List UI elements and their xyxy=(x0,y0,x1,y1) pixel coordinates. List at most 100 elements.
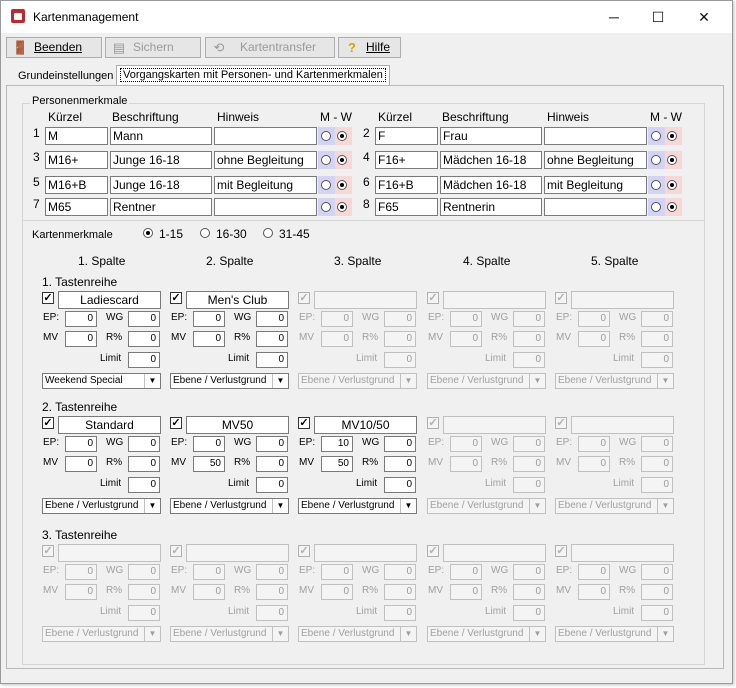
ebene-verlustgrund-select[interactable]: Ebene / Verlustgrund ▼ xyxy=(170,626,289,642)
radio-m[interactable] xyxy=(651,155,661,165)
mv-input[interactable]: 0 xyxy=(65,331,97,347)
card-name-input[interactable]: Men's Club xyxy=(186,291,289,309)
wg-input[interactable]: 0 xyxy=(256,436,288,452)
kuerzel-input[interactable]: F65 xyxy=(375,198,438,216)
wg-input[interactable]: 0 xyxy=(256,311,288,327)
ebene-verlustgrund-select[interactable]: Ebene / Verlustgrund ▼ xyxy=(298,373,417,389)
wg-input[interactable]: 0 xyxy=(128,311,160,327)
wg-input[interactable]: 0 xyxy=(128,436,160,452)
tab-grundeinstellungen[interactable]: Grundeinstellungen xyxy=(18,67,113,85)
mv-input[interactable]: 50 xyxy=(193,456,225,472)
hinweis-input[interactable] xyxy=(214,198,317,216)
mv-input[interactable]: 0 xyxy=(193,584,225,600)
ebene-verlustgrund-select[interactable]: Ebene / Verlustgrund ▼ xyxy=(170,498,289,514)
radio-m[interactable] xyxy=(651,202,661,212)
ep-input[interactable]: 0 xyxy=(193,436,225,452)
mv-input[interactable]: 0 xyxy=(578,584,610,600)
wg-input[interactable]: 0 xyxy=(513,436,545,452)
beschriftung-input[interactable]: Rentnerin xyxy=(440,198,542,216)
hilfe-button[interactable]: ? Hilfe xyxy=(338,37,401,58)
hinweis-input[interactable] xyxy=(544,127,647,145)
ep-input[interactable]: 0 xyxy=(321,564,353,580)
r-percent-input[interactable]: 0 xyxy=(513,584,545,600)
ep-input[interactable]: 0 xyxy=(450,564,482,580)
kuerzel-input[interactable]: F xyxy=(375,127,438,145)
card-name-input[interactable] xyxy=(314,544,417,562)
card-checkbox[interactable]: ✓ xyxy=(170,545,182,557)
ep-input[interactable]: 0 xyxy=(65,564,97,580)
maximize-button[interactable]: ☐ xyxy=(635,1,681,33)
r-percent-input[interactable]: 0 xyxy=(641,331,673,347)
mv-input[interactable]: 0 xyxy=(193,331,225,347)
limit-input[interactable]: 0 xyxy=(513,477,545,493)
wg-input[interactable]: 0 xyxy=(513,311,545,327)
card-name-input[interactable] xyxy=(571,416,674,434)
ebene-verlustgrund-select[interactable]: Ebene / Verlustgrund ▼ xyxy=(427,498,546,514)
ep-input[interactable]: 0 xyxy=(450,436,482,452)
ebene-verlustgrund-select[interactable]: Ebene / Verlustgrund ▼ xyxy=(555,626,674,642)
ebene-verlustgrund-select[interactable]: Ebene / Verlustgrund ▼ xyxy=(42,498,161,514)
card-name-input[interactable] xyxy=(443,416,546,434)
radio-w[interactable] xyxy=(337,180,347,190)
r-percent-input[interactable]: 0 xyxy=(384,584,416,600)
r-percent-input[interactable]: 0 xyxy=(641,584,673,600)
wg-input[interactable]: 0 xyxy=(256,564,288,580)
minimize-button[interactable]: ─ xyxy=(591,1,637,33)
wg-input[interactable]: 0 xyxy=(641,436,673,452)
limit-input[interactable]: 0 xyxy=(128,605,160,621)
card-checkbox[interactable]: ✓ xyxy=(298,417,310,429)
card-name-input[interactable] xyxy=(314,291,417,309)
kartentransfer-button[interactable]: ⟲ Kartentransfer xyxy=(205,37,335,58)
mv-input[interactable]: 0 xyxy=(321,331,353,347)
wg-input[interactable]: 0 xyxy=(384,311,416,327)
limit-input[interactable]: 0 xyxy=(384,477,416,493)
hinweis-input[interactable]: mit Begleitung xyxy=(544,176,647,194)
limit-input[interactable]: 0 xyxy=(384,605,416,621)
ep-input[interactable]: 0 xyxy=(578,436,610,452)
r-percent-input[interactable]: 0 xyxy=(256,456,288,472)
card-checkbox[interactable]: ✓ xyxy=(170,417,182,429)
ebene-verlustgrund-select[interactable]: Ebene / Verlustgrund ▼ xyxy=(427,373,546,389)
r-percent-input[interactable]: 0 xyxy=(256,584,288,600)
card-name-input[interactable]: MV10/50 xyxy=(314,416,417,434)
card-checkbox[interactable]: ✓ xyxy=(170,292,182,304)
hinweis-input[interactable]: ohne Begleitung xyxy=(214,151,317,169)
r-percent-input[interactable]: 0 xyxy=(641,456,673,472)
mv-input[interactable]: 0 xyxy=(65,584,97,600)
ebene-verlustgrund-select[interactable]: Ebene / Verlustgrund ▼ xyxy=(555,373,674,389)
beschriftung-input[interactable]: Mädchen 16-18 xyxy=(440,151,542,169)
limit-input[interactable]: 0 xyxy=(128,352,160,368)
radio-w[interactable] xyxy=(337,202,347,212)
r-percent-input[interactable]: 0 xyxy=(513,456,545,472)
kartenmerkmale-radio-1[interactable] xyxy=(143,228,153,238)
ebene-verlustgrund-select[interactable]: Ebene / Verlustgrund ▼ xyxy=(298,498,417,514)
limit-input[interactable]: 0 xyxy=(641,352,673,368)
card-name-input[interactable] xyxy=(58,544,161,562)
card-checkbox[interactable]: ✓ xyxy=(298,292,310,304)
kuerzel-input[interactable]: M xyxy=(45,127,108,145)
kuerzel-input[interactable]: F16+B xyxy=(375,176,438,194)
radio-m[interactable] xyxy=(321,202,331,212)
limit-input[interactable]: 0 xyxy=(256,605,288,621)
radio-w[interactable] xyxy=(337,131,347,141)
mv-input[interactable]: 0 xyxy=(450,456,482,472)
beschriftung-input[interactable]: Mann xyxy=(110,127,212,145)
tab-vorgangskarten[interactable]: Vorgangskarten mit Personen- und Kartenm… xyxy=(116,65,390,86)
card-name-input[interactable]: Standard xyxy=(58,416,161,434)
card-checkbox[interactable]: ✓ xyxy=(555,545,567,557)
radio-w[interactable] xyxy=(667,202,677,212)
mv-input[interactable]: 50 xyxy=(321,456,353,472)
r-percent-input[interactable]: 0 xyxy=(513,331,545,347)
radio-w[interactable] xyxy=(337,155,347,165)
kartenmerkmale-radio-2[interactable] xyxy=(200,228,210,238)
r-percent-input[interactable]: 0 xyxy=(384,456,416,472)
limit-input[interactable]: 0 xyxy=(384,352,416,368)
ebene-verlustgrund-select[interactable]: Ebene / Verlustgrund ▼ xyxy=(555,498,674,514)
card-checkbox[interactable]: ✓ xyxy=(555,292,567,304)
beschriftung-input[interactable]: Rentner xyxy=(110,198,212,216)
radio-m[interactable] xyxy=(321,131,331,141)
ep-input[interactable]: 0 xyxy=(578,564,610,580)
limit-input[interactable]: 0 xyxy=(641,477,673,493)
hinweis-input[interactable] xyxy=(214,127,317,145)
card-name-input[interactable] xyxy=(443,291,546,309)
